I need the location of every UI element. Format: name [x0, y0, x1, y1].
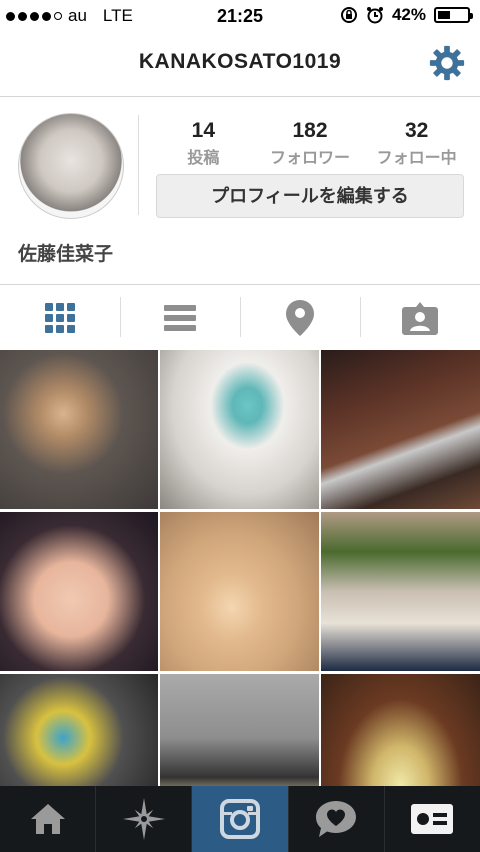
camera-icon [220, 799, 260, 839]
divider [138, 115, 139, 215]
nav-camera[interactable] [192, 786, 289, 852]
followers-label: フォロワー [270, 150, 351, 167]
posts-count: 14 [191, 119, 216, 142]
avatar[interactable] [18, 113, 124, 219]
gear-icon[interactable] [428, 44, 466, 82]
photo-thumbnail[interactable] [160, 674, 319, 786]
map-pin-icon [286, 300, 314, 336]
status-bar: au LTE 21:25 42% [0, 0, 480, 32]
username-title: KANAKOSATO1019 [138, 50, 342, 73]
stat-posts[interactable]: 14 投稿 [150, 119, 257, 168]
bottom-nav [0, 786, 480, 852]
home-icon [30, 804, 65, 834]
photo-thumbnail[interactable] [321, 674, 480, 786]
following-count: 32 [405, 119, 429, 142]
posts-label: 投稿 [187, 150, 220, 167]
photo-thumbnail[interactable] [321, 512, 480, 671]
battery-icon [434, 7, 473, 23]
photo-thumbnail[interactable] [0, 512, 158, 671]
profile-stats: 14 投稿 182 フォロワー 32 フォロー中 [150, 119, 470, 168]
explore-icon [122, 798, 165, 840]
profile-card-icon [411, 804, 454, 834]
nav-home[interactable] [0, 786, 97, 852]
stat-followers[interactable]: 182 フォロワー [257, 119, 364, 168]
tab-list[interactable] [120, 285, 240, 351]
profile-section: 14 投稿 182 フォロワー 32 フォロー中 プロフィールを編集する 佐藤佳… [0, 97, 480, 283]
following-label: フォロー中 [376, 150, 457, 167]
alarm-icon [366, 7, 383, 24]
profile-header: KANAKOSATO1019 [0, 32, 480, 97]
photo-thumbnail[interactable] [160, 350, 319, 509]
grid-icon [45, 303, 75, 333]
stat-following[interactable]: 32 フォロー中 [363, 119, 470, 168]
tagged-photo-icon [402, 302, 438, 335]
full-name: 佐藤佳菜子 [18, 244, 114, 265]
photo-grid [0, 350, 480, 786]
tab-map[interactable] [240, 285, 360, 351]
nav-profile[interactable] [385, 786, 480, 852]
view-tabs [0, 284, 480, 351]
edit-profile-button[interactable]: プロフィールを編集する [156, 174, 464, 218]
activity-heart-icon [316, 801, 357, 837]
tab-tagged[interactable] [360, 285, 480, 351]
battery-percent: 42% [391, 5, 426, 24]
status-right: 42% [340, 5, 473, 25]
nav-activity[interactable] [289, 786, 385, 852]
photo-thumbnail[interactable] [0, 350, 158, 509]
photo-thumbnail[interactable] [160, 512, 319, 671]
photo-thumbnail[interactable] [0, 674, 158, 786]
list-icon [164, 305, 196, 331]
rotation-lock-icon [340, 7, 357, 23]
photo-thumbnail[interactable] [321, 350, 480, 509]
tab-grid[interactable] [0, 285, 120, 351]
nav-explore[interactable] [96, 786, 193, 852]
followers-count: 182 [292, 119, 328, 142]
